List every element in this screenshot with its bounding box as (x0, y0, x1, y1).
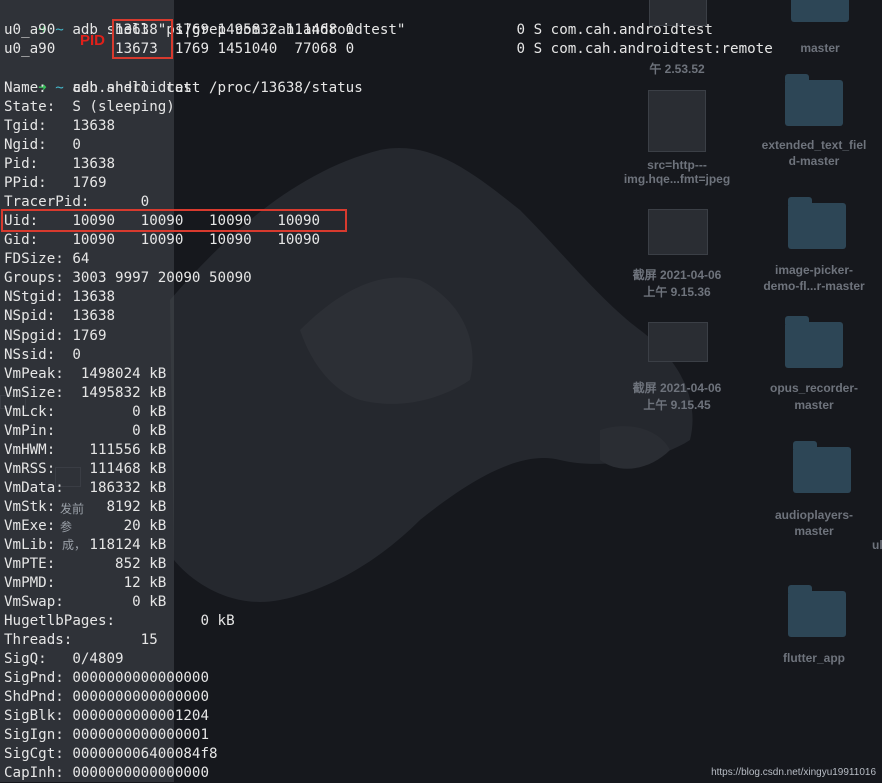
status-line: SigQ: 0/4809 (4, 651, 124, 668)
status-line: VmSize: 1495832 kB (4, 384, 167, 401)
status-line: SigPnd: 0000000000000000 (4, 670, 209, 687)
status-line: VmData: 186332 kB (4, 479, 167, 496)
status-line: Pid: 13638 (4, 156, 116, 173)
status-line: PPid: 1769 (4, 175, 107, 192)
status-line: SigBlk: 0000000000001204 (4, 708, 209, 725)
status-line: CapInh: 0000000000000000 (4, 765, 209, 782)
status-line: VmHWM: 111556 kB (4, 441, 167, 458)
status-line: NStgid: 13638 (4, 289, 116, 306)
status-line: Ngid: 0 (4, 137, 81, 154)
status-line: FDSize: 64 (4, 251, 90, 268)
status-line: VmStk: 8192 kB (4, 498, 167, 515)
pid-annotation-label: PID (80, 32, 106, 49)
watermark-text: https://blog.csdn.net/xingyu19911016 (711, 767, 876, 778)
status-line: VmPeak: 1498024 kB (4, 365, 167, 382)
status-line: SigIgn: 0000000000000001 (4, 727, 209, 744)
ps-row: u0_a90 13638 1769 1495832 111468 0 0 S c… (4, 22, 713, 38)
status-line: SigCgt: 000000006400084f8 (4, 746, 218, 763)
status-line: Groups: 3003 9997 20090 50090 (4, 270, 252, 287)
status-line: VmPTE: 852 kB (4, 556, 167, 572)
status-line: VmPMD: 12 kB (4, 575, 167, 592)
status-line: State: S (sleeping) (4, 99, 175, 116)
status-line: Tgid: 13638 (4, 118, 116, 135)
status-line: Name: cah.androidtest (4, 80, 201, 96)
command-line-1: ➜ ~ adb shell "ps|grep com.cah.androidte… (4, 2, 405, 38)
terminal-output: ➜ ~ adb shell "ps|grep com.cah.androidte… (0, 0, 882, 782)
status-line: NSpid: 13638 (4, 308, 116, 325)
status-line: NSpgid: 1769 (4, 327, 107, 344)
command-line-2: ➜ ~ adb shell cat /proc/13638/status (4, 60, 363, 96)
status-line: VmSwap: 0 kB (4, 594, 167, 611)
uid-highlight-box (1, 209, 347, 232)
status-line: VmLck: 0 kB (4, 403, 167, 420)
status-line: VmExe: 20 kB (4, 517, 167, 534)
status-line: Threads: 15 (4, 632, 158, 649)
status-line: VmRSS: 111468 kB (4, 460, 167, 477)
status-line: Gid: 10090 10090 10090 10090 (4, 232, 321, 249)
status-line: VmPin: 0 kB (4, 422, 167, 439)
status-line: VmLib: 118124 kB (4, 536, 167, 553)
status-line: NSsid: 0 (4, 346, 81, 363)
status-line: ShdPnd: 0000000000000000 (4, 689, 209, 706)
status-line: HugetlbPages: 0 kB (4, 613, 235, 630)
pid-highlight-box (112, 19, 173, 59)
